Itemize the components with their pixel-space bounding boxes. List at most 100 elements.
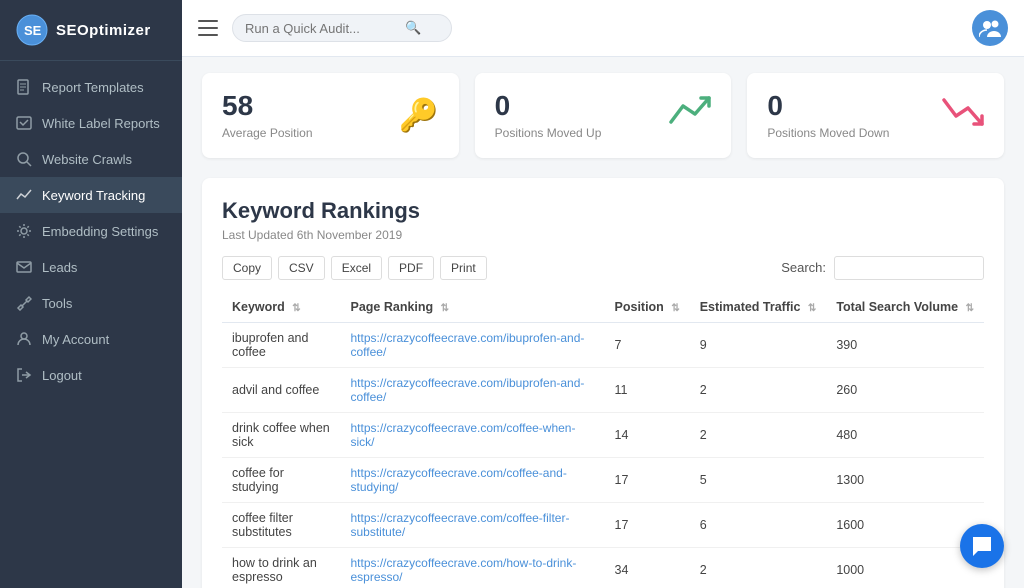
cell-url: https://crazycoffeecrave.com/how-to-drin… <box>340 547 604 588</box>
stat-value-avg: 58 <box>222 91 313 122</box>
sidebar-item-report-templates-label: Report Templates <box>42 80 144 95</box>
sidebar-item-white-label-reports[interactable]: White Label Reports <box>0 105 182 141</box>
cell-keyword: drink coffee when sick <box>222 412 340 457</box>
table-row: ibuprofen and coffee https://crazycoffee… <box>222 322 984 367</box>
keyword-tracking-icon <box>16 187 32 203</box>
sort-position-icon[interactable]: ⇅ <box>671 303 679 314</box>
sort-page-ranking-icon[interactable]: ⇅ <box>441 303 449 314</box>
search-icon: 🔍 <box>405 20 421 36</box>
col-traffic: Estimated Traffic ⇅ <box>690 292 827 323</box>
excel-button[interactable]: Excel <box>331 256 382 280</box>
report-templates-icon <box>16 79 32 95</box>
cell-volume: 480 <box>826 412 984 457</box>
key-icon: 🔑 <box>399 96 439 134</box>
stat-info-up: 0 Positions Moved Up <box>495 91 602 140</box>
table-search-input[interactable] <box>834 256 984 280</box>
col-volume: Total Search Volume ⇅ <box>826 292 984 323</box>
rankings-section: Keyword Rankings Last Updated 6th Novemb… <box>202 178 1004 588</box>
sidebar-item-tools[interactable]: Tools <box>0 285 182 321</box>
stat-card-positions-up: 0 Positions Moved Up <box>475 73 732 158</box>
cell-url: https://crazycoffeecrave.com/coffee-when… <box>340 412 604 457</box>
logo-text: SEOptimizer <box>56 22 151 39</box>
print-button[interactable]: Print <box>440 256 487 280</box>
page-ranking-link[interactable]: https://crazycoffeecrave.com/coffee-when… <box>350 421 575 449</box>
col-position: Position ⇅ <box>605 292 690 323</box>
page-ranking-link[interactable]: https://crazycoffeecrave.com/coffee-filt… <box>350 511 569 539</box>
page-ranking-link[interactable]: https://crazycoffeecrave.com/ibuprofen-a… <box>350 376 584 404</box>
stat-info-avg: 58 Average Position <box>222 91 313 140</box>
embedding-settings-icon <box>16 223 32 239</box>
cell-keyword: coffee for studying <box>222 457 340 502</box>
sidebar-item-logout[interactable]: Logout <box>0 357 182 393</box>
cell-keyword: advil and coffee <box>222 367 340 412</box>
stat-card-avg-position: 58 Average Position 🔑 <box>202 73 459 158</box>
search-label: Search: <box>781 260 826 275</box>
sidebar-item-logout-label: Logout <box>42 368 82 383</box>
cell-keyword: how to drink an espresso <box>222 547 340 588</box>
tools-icon <box>16 295 32 311</box>
pdf-button[interactable]: PDF <box>388 256 434 280</box>
page-ranking-link[interactable]: https://crazycoffeecrave.com/coffee-and-… <box>350 466 566 494</box>
cell-position: 11 <box>605 367 690 412</box>
table-search-control: Search: <box>781 256 984 280</box>
stat-label-avg: Average Position <box>222 126 313 140</box>
page-ranking-link[interactable]: https://crazycoffeecrave.com/ibuprofen-a… <box>350 331 584 359</box>
menu-icon[interactable] <box>198 20 218 36</box>
sort-volume-icon[interactable]: ⇅ <box>966 303 974 314</box>
table-row: advil and coffee https://crazycoffeecrav… <box>222 367 984 412</box>
stats-row: 58 Average Position 🔑 0 Positions Moved … <box>202 73 1004 158</box>
arrow-up-icon <box>667 94 711 137</box>
cell-url: https://crazycoffeecrave.com/ibuprofen-a… <box>340 367 604 412</box>
cell-url: https://crazycoffeecrave.com/coffee-filt… <box>340 502 604 547</box>
sort-traffic-icon[interactable]: ⇅ <box>808 303 816 314</box>
sidebar-item-keyword-tracking-label: Keyword Tracking <box>42 188 145 203</box>
stat-value-up: 0 <box>495 91 602 122</box>
sidebar-item-my-account-label: My Account <box>42 332 109 347</box>
cell-volume: 390 <box>826 322 984 367</box>
stat-label-up: Positions Moved Up <box>495 126 602 140</box>
cell-traffic: 5 <box>690 457 827 502</box>
sidebar-logo: SE SEOptimizer <box>0 0 182 61</box>
topbar: 🔍 <box>182 0 1024 57</box>
rankings-subtitle: Last Updated 6th November 2019 <box>222 228 984 242</box>
search-input[interactable] <box>245 21 405 36</box>
chat-bubble[interactable] <box>960 524 1004 568</box>
cell-position: 14 <box>605 412 690 457</box>
cell-position: 17 <box>605 457 690 502</box>
sidebar-nav: Report Templates White Label Reports Web… <box>0 61 182 588</box>
svg-text:SE: SE <box>24 23 42 38</box>
sidebar-item-leads[interactable]: Leads <box>0 249 182 285</box>
website-crawls-icon <box>16 151 32 167</box>
avatar[interactable] <box>972 10 1008 46</box>
cell-traffic: 2 <box>690 547 827 588</box>
cell-traffic: 2 <box>690 412 827 457</box>
stat-label-down: Positions Moved Down <box>767 126 889 140</box>
copy-button[interactable]: Copy <box>222 256 272 280</box>
table-row: drink coffee when sick https://crazycoff… <box>222 412 984 457</box>
col-page-ranking: Page Ranking ⇅ <box>340 292 604 323</box>
table-row: coffee filter substitutes https://crazyc… <box>222 502 984 547</box>
sidebar-item-website-crawls[interactable]: Website Crawls <box>0 141 182 177</box>
table-row: coffee for studying https://crazycoffeec… <box>222 457 984 502</box>
cell-position: 34 <box>605 547 690 588</box>
page-ranking-link[interactable]: https://crazycoffeecrave.com/how-to-drin… <box>350 556 576 584</box>
cell-volume: 1300 <box>826 457 984 502</box>
cell-keyword: coffee filter substitutes <box>222 502 340 547</box>
sort-keyword-icon[interactable]: ⇅ <box>292 303 300 314</box>
quick-audit-search[interactable]: 🔍 <box>232 14 452 42</box>
sidebar-item-report-templates[interactable]: Report Templates <box>0 69 182 105</box>
arrow-down-icon <box>940 94 984 137</box>
my-account-icon <box>16 331 32 347</box>
main-content: 🔍 58 Average Position 🔑 <box>182 0 1024 588</box>
sidebar-item-leads-label: Leads <box>42 260 77 275</box>
sidebar-item-embedding-settings[interactable]: Embedding Settings <box>0 213 182 249</box>
sidebar-item-keyword-tracking[interactable]: Keyword Tracking <box>0 177 182 213</box>
cell-traffic: 2 <box>690 367 827 412</box>
logout-icon <box>16 367 32 383</box>
sidebar-item-website-crawls-label: Website Crawls <box>42 152 132 167</box>
cell-volume: 260 <box>826 367 984 412</box>
sidebar-item-my-account[interactable]: My Account <box>0 321 182 357</box>
csv-button[interactable]: CSV <box>278 256 325 280</box>
sidebar-item-white-label-label: White Label Reports <box>42 116 160 131</box>
sidebar-item-embedding-settings-label: Embedding Settings <box>42 224 158 239</box>
